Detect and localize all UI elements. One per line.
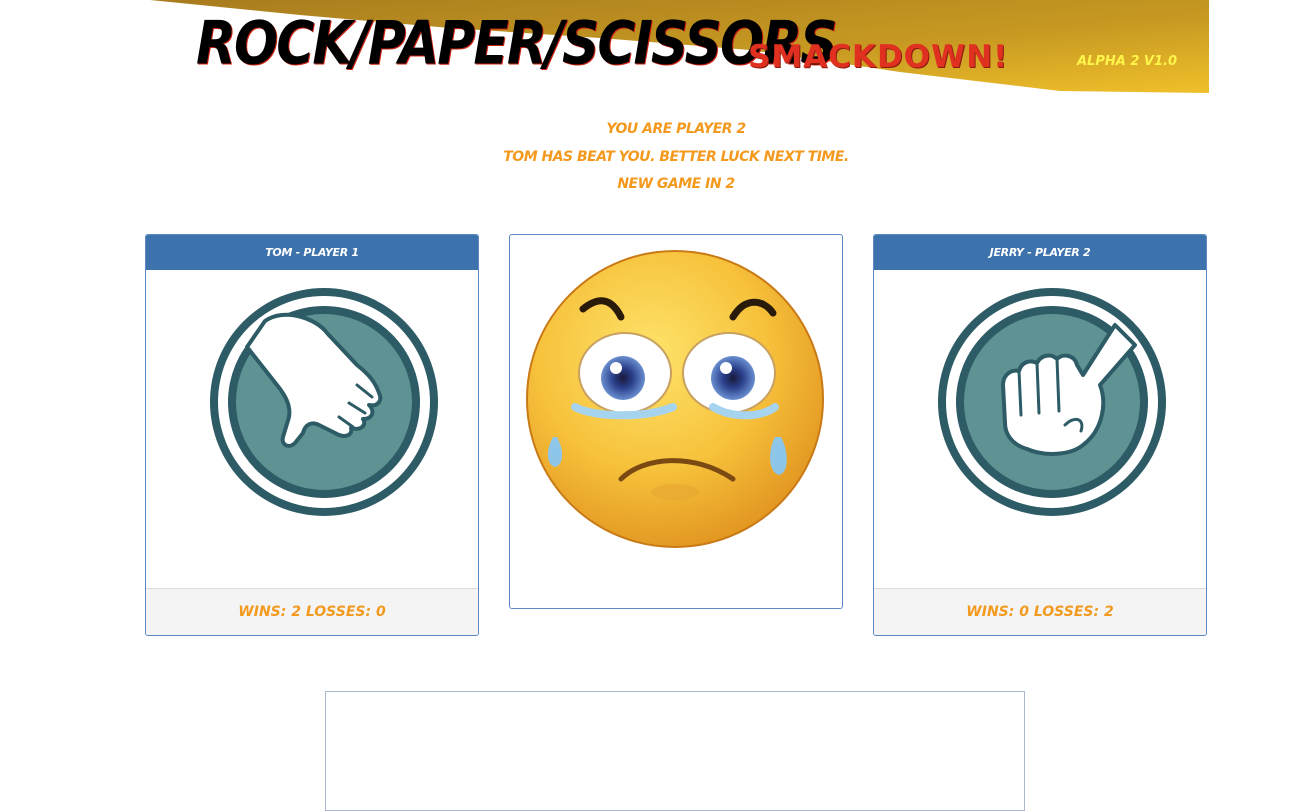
player1-choice — [146, 270, 478, 588]
player1-panel: TOM - PLAYER 1 WINS: 2 LOSSES: 0 — [145, 234, 479, 636]
chat-box[interactable] — [325, 691, 1025, 811]
player2-heading: JERRY - PLAYER 2 — [874, 235, 1206, 270]
player2-choice — [874, 270, 1206, 588]
player1-heading: TOM - PLAYER 1 — [146, 235, 478, 270]
crying-face-icon — [523, 247, 827, 555]
player2-record: WINS: 0 LOSSES: 2 — [874, 588, 1206, 635]
countdown-text: NEW GAME IN 2 — [617, 176, 735, 192]
player-assignment-text: YOU ARE PLAYER 2 — [606, 121, 746, 137]
result-panel — [509, 234, 843, 609]
player2-panel: JERRY - PLAYER 2 WINS: 0 LOSSES: 2 — [873, 234, 1207, 636]
rock-fist-icon — [935, 285, 1169, 523]
app-subtitle: SMACKDOWN! — [748, 39, 1009, 75]
game-status: YOU ARE PLAYER 2 TOM HAS BEAT YOU. BETTE… — [0, 116, 1302, 199]
paper-hand-icon — [207, 285, 441, 523]
version-label: ALPHA 2 V1.0 — [1077, 54, 1178, 69]
app-title: ROCK/PAPER/SCISSORS — [196, 9, 838, 79]
player1-record: WINS: 2 LOSSES: 0 — [146, 588, 478, 635]
round-result-text: TOM HAS BEAT YOU. BETTER LUCK NEXT TIME. — [503, 148, 849, 165]
title-banner: ROCK/PAPER/SCISSORS SMACKDOWN! ALPHA 2 V… — [0, 0, 1302, 100]
